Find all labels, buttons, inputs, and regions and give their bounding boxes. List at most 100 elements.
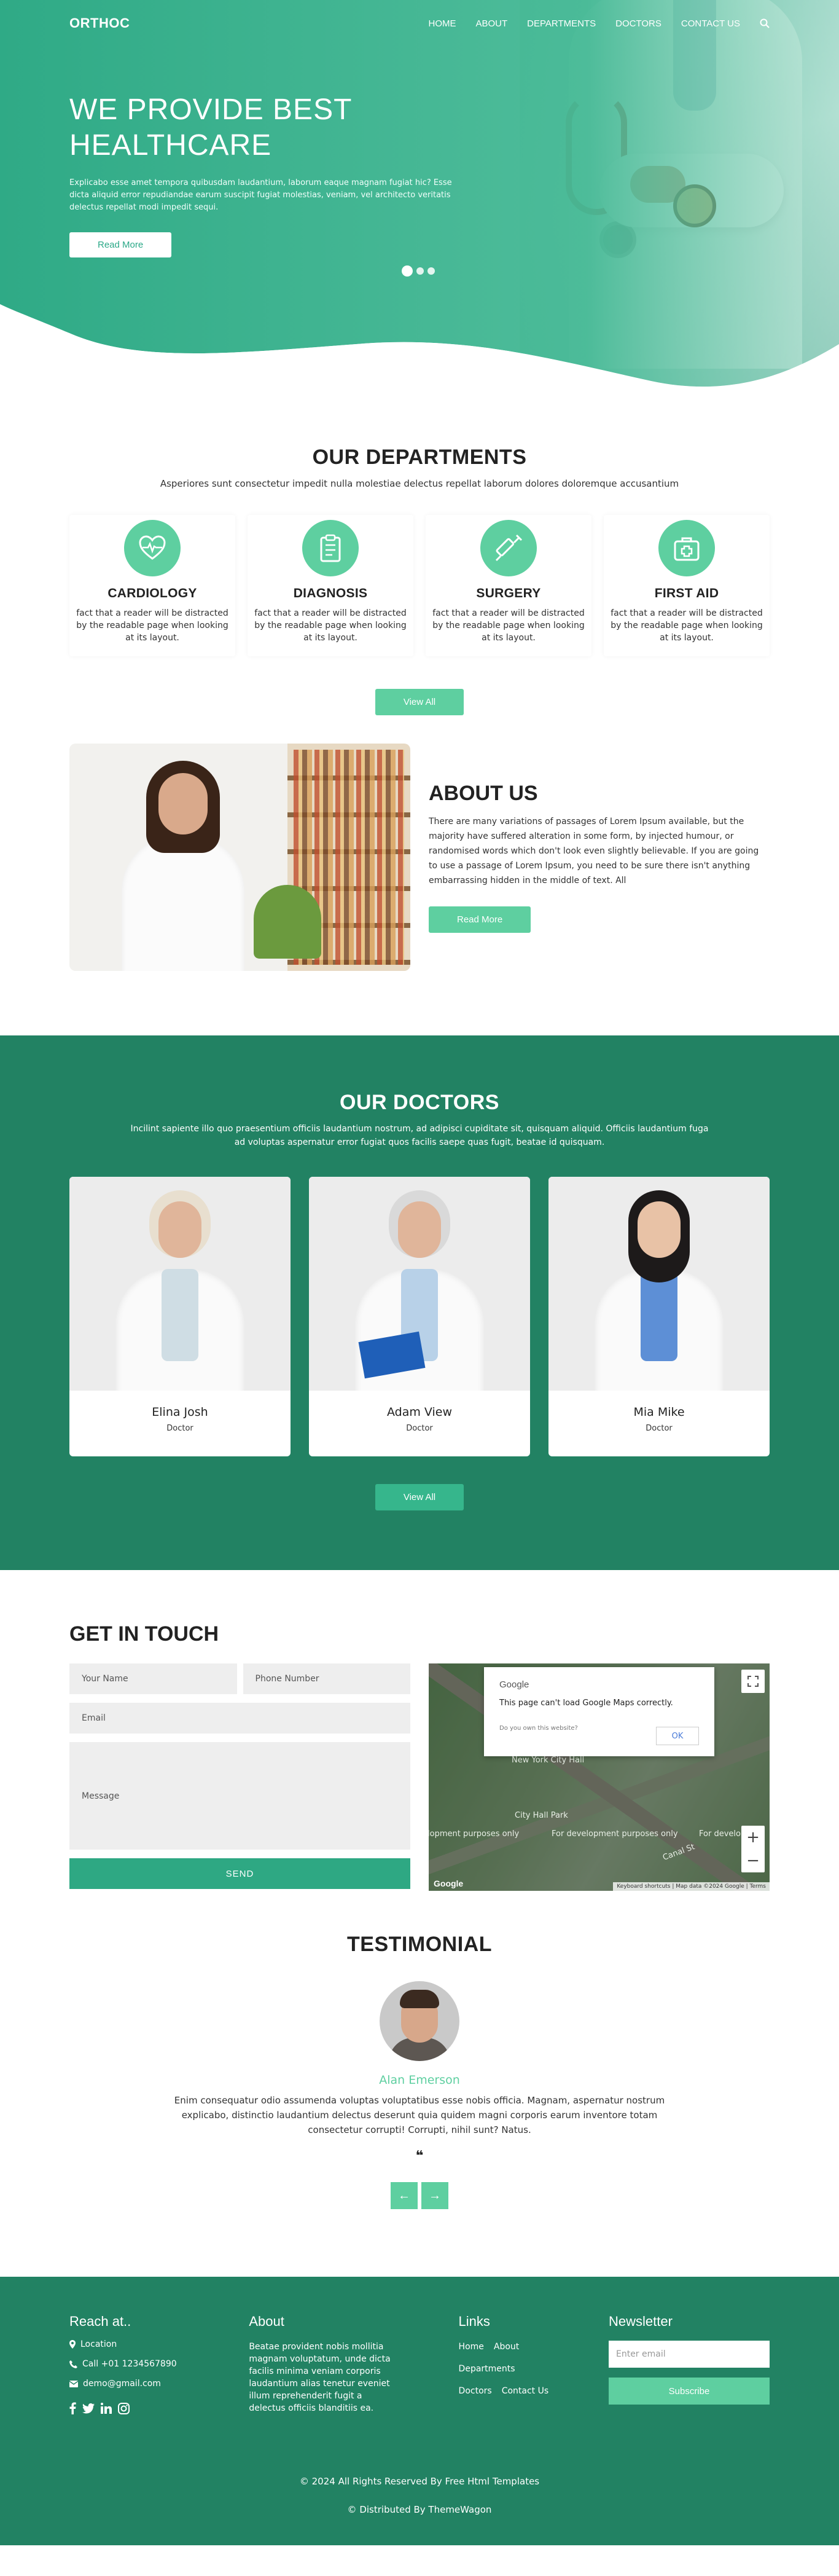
testimonial-controls: ← → — [69, 2182, 770, 2209]
contact-section: GET IN TOUCH Your Name Phone Number Emai… — [0, 1570, 839, 1933]
map-dialog-brand: Google — [499, 1679, 529, 1690]
map-error-message: This page can't load Google Maps correct… — [499, 1698, 673, 1708]
message-textarea[interactable]: Message — [69, 1742, 410, 1850]
facebook-icon[interactable] — [69, 2402, 76, 2414]
carousel-dot-3[interactable] — [427, 267, 435, 275]
hero-content: WE PROVIDE BEST HEALTHCARE Explicabo ess… — [69, 92, 462, 257]
doctor-name: Adam View — [386, 1405, 452, 1419]
contact-title: GET IN TOUCH — [69, 1622, 219, 1646]
heart-icon — [124, 520, 181, 576]
avatar — [380, 1981, 459, 2061]
fullscreen-icon[interactable] — [741, 1670, 765, 1693]
department-card-cardiology[interactable]: CARDIOLOGY fact that a reader will be di… — [69, 515, 235, 656]
footer-reach: Reach at.. Location Call +01 1234567890 … — [69, 2314, 249, 2414]
department-text: fact that a reader will be distracted by… — [432, 608, 585, 643]
footer: Reach at.. Location Call +01 1234567890 … — [0, 2277, 839, 2545]
about-content: ABOUT US There are many variations of pa… — [429, 782, 770, 933]
quote-icon: ❝ — [415, 2148, 424, 2164]
brand-logo[interactable]: ORTHOC — [69, 15, 130, 31]
nav-contact-us[interactable]: CONTACT US — [681, 18, 740, 29]
send-button[interactable]: SEND — [69, 1858, 410, 1889]
zoom-out-button[interactable]: − — [741, 1849, 765, 1872]
testimonial-section: TESTIMONIAL Alan Emerson Enim consequatu… — [0, 1933, 839, 2277]
footer-newsletter-title: Newsletter — [608, 2314, 673, 2329]
about-read-more-button[interactable]: Read More — [429, 906, 531, 933]
hero-title: WE PROVIDE BEST HEALTHCARE — [69, 92, 462, 163]
about-title: ABOUT US — [429, 782, 538, 805]
doctors-view-all-button[interactable]: View All — [375, 1484, 464, 1510]
footer-location[interactable]: Location — [69, 2339, 249, 2349]
footer-phone-text: Call +01 1234567890 — [82, 2359, 177, 2369]
doctor-name: Elina Josh — [152, 1405, 208, 1419]
hero-read-more-button[interactable]: Read More — [69, 232, 172, 257]
departments-grid: CARDIOLOGY fact that a reader will be di… — [69, 515, 770, 656]
distributed-by-text[interactable]: © Distributed By ThemeWagon — [69, 2504, 770, 2515]
footer-reach-title: Reach at.. — [69, 2314, 131, 2329]
carousel-indicators — [402, 265, 435, 277]
footer-link-doctors[interactable]: Doctors — [459, 2386, 492, 2396]
footer-links: Links Home About Departments Doctors Con… — [459, 2314, 609, 2414]
doctor-photo — [69, 1177, 291, 1391]
departments-section: OUR DEPARTMENTS Asperiores sunt consecte… — [0, 393, 839, 744]
footer-email-text: demo@gmail.com — [83, 2379, 161, 2389]
departments-view-all-button[interactable]: View All — [375, 689, 464, 715]
google-map[interactable]: New York City Hall lopment purposes only… — [429, 1663, 770, 1891]
department-name: CARDIOLOGY — [107, 586, 197, 600]
department-card-first-aid[interactable]: FIRST AID fact that a reader will be dis… — [604, 515, 770, 656]
map-ok-button[interactable]: OK — [656, 1727, 699, 1745]
envelope-icon — [69, 2380, 78, 2387]
subscribe-button[interactable]: Subscribe — [608, 2378, 770, 2405]
name-input[interactable]: Your Name — [69, 1663, 237, 1694]
department-name: SURGERY — [476, 586, 541, 600]
newsletter-email-input[interactable]: Enter email — [608, 2341, 770, 2368]
doctor-role: Doctor — [646, 1424, 673, 1433]
map-marker-icon — [69, 2340, 76, 2349]
map-label: New York City Hall — [512, 1756, 585, 1765]
footer-email[interactable]: demo@gmail.com — [69, 2379, 249, 2389]
contact-form: Your Name Phone Number Email Message SEN… — [69, 1663, 410, 1891]
footer-link-about[interactable]: About — [494, 2342, 519, 2352]
doctor-card[interactable]: Elina Josh Doctor — [69, 1177, 291, 1456]
doctors-title: OUR DOCTORS — [340, 1091, 499, 1114]
doctor-card[interactable]: Mia Mike Doctor — [548, 1177, 770, 1456]
map-label: For development purposes only — [552, 1829, 678, 1839]
copyright-text: © 2024 All Rights Reserved By Free Html … — [299, 2476, 540, 2487]
about-section: ABOUT US There are many variations of pa… — [0, 744, 839, 1035]
footer-about-title: About — [249, 2314, 284, 2329]
doctor-name: Mia Mike — [633, 1405, 685, 1419]
twitter-icon[interactable] — [82, 2403, 95, 2414]
first-aid-icon — [658, 520, 715, 576]
nav-home[interactable]: HOME — [428, 18, 456, 29]
nav-doctors[interactable]: DOCTORS — [615, 18, 661, 29]
doctor-role: Doctor — [166, 1424, 193, 1433]
map-attribution[interactable]: Keyboard shortcuts | Map data ©2024 Goog… — [613, 1882, 770, 1891]
prev-arrow-icon[interactable]: ← — [391, 2182, 418, 2209]
top-navbar: ORTHOC HOME ABOUT DEPARTMENTS DOCTORS CO… — [0, 0, 839, 47]
instagram-icon[interactable] — [118, 2402, 130, 2414]
footer-link-home[interactable]: Home — [459, 2342, 484, 2352]
doctors-grid: Elina Josh Doctor Adam View Doctor Mia M… — [69, 1177, 770, 1456]
department-name: DIAGNOSIS — [293, 586, 368, 600]
footer-phone[interactable]: Call +01 1234567890 — [69, 2359, 249, 2369]
doctor-card[interactable]: Adam View Doctor — [309, 1177, 530, 1456]
email-input[interactable]: Email — [69, 1703, 410, 1734]
hero-section: ORTHOC HOME ABOUT DEPARTMENTS DOCTORS CO… — [0, 0, 839, 393]
doctors-section: OUR DOCTORS Incilint sapiente illo quo p… — [0, 1035, 839, 1570]
footer-about-text: Beatae provident nobis mollitia magnam v… — [249, 2342, 391, 2413]
nav-about[interactable]: ABOUT — [475, 18, 507, 29]
department-card-diagnosis[interactable]: DIAGNOSIS fact that a reader will be dis… — [248, 515, 413, 656]
department-card-surgery[interactable]: SURGERY fact that a reader will be distr… — [426, 515, 591, 656]
hero-title-line-1: WE PROVIDE BEST — [69, 93, 353, 126]
hero-title-line-2: HEALTHCARE — [69, 129, 272, 162]
linkedin-icon[interactable] — [101, 2403, 112, 2414]
phone-icon — [69, 2360, 77, 2368]
phone-input[interactable]: Phone Number — [243, 1663, 410, 1694]
footer-link-contact-us[interactable]: Contact Us — [502, 2386, 548, 2396]
search-icon[interactable] — [760, 18, 770, 28]
nav-departments[interactable]: DEPARTMENTS — [527, 18, 596, 29]
zoom-in-button[interactable]: + — [741, 1826, 765, 1849]
next-arrow-icon[interactable]: → — [421, 2182, 448, 2209]
footer-link-departments[interactable]: Departments — [459, 2364, 515, 2374]
carousel-dot-1[interactable] — [402, 265, 413, 277]
carousel-dot-2[interactable] — [416, 267, 424, 275]
